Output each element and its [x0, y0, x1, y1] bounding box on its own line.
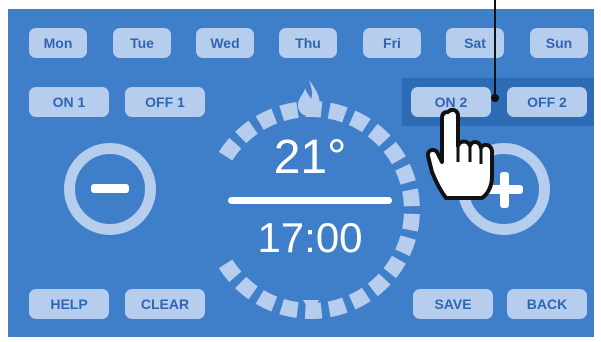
help-button[interactable]: HELP [29, 289, 109, 319]
save-button[interactable]: SAVE [413, 289, 493, 319]
clear-button[interactable]: CLEAR [125, 289, 205, 319]
back-button[interactable]: BACK [507, 289, 587, 319]
